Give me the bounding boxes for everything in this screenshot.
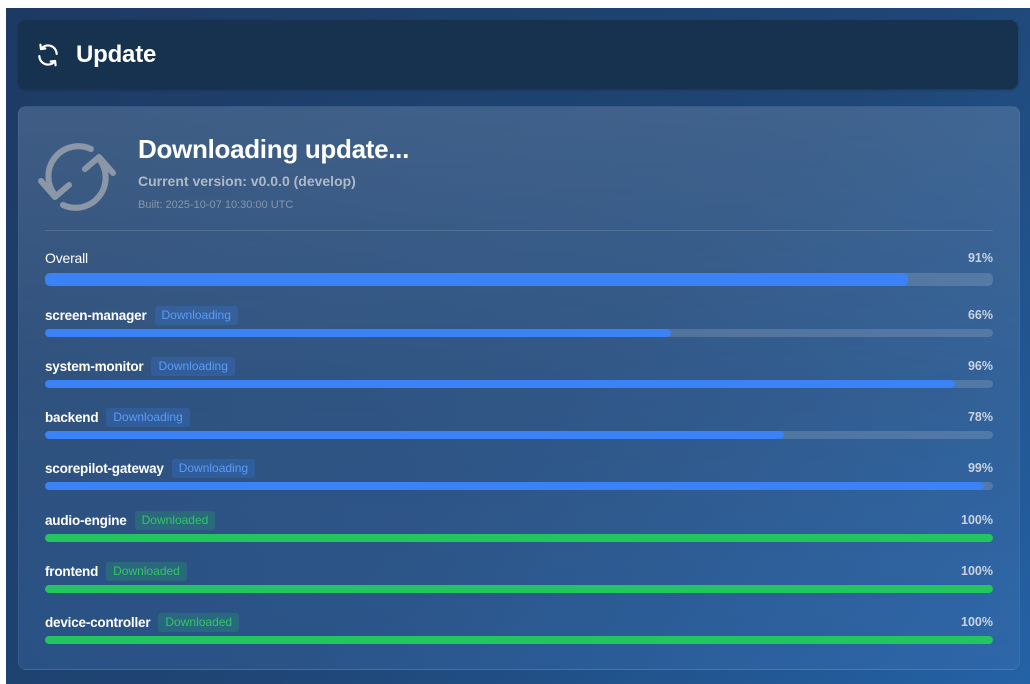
component-progress-track: [45, 534, 993, 542]
component-percent: 78%: [967, 410, 993, 424]
component-row: audio-engine Downloaded 100%: [45, 509, 993, 549]
status-badge: Downloaded: [158, 612, 240, 632]
page-title: Update: [76, 40, 157, 68]
overall-progress-fill: [45, 273, 908, 286]
component-percent: 96%: [967, 359, 993, 373]
overall-label: Overall: [45, 250, 88, 266]
component-row: device-controller Downloaded 100%: [45, 611, 993, 651]
overall-progress-row: Overall 91%: [45, 247, 993, 287]
component-progress-track: [45, 636, 993, 644]
component-progress-fill: [45, 534, 993, 542]
component-row: backend Downloading 78%: [45, 406, 993, 446]
component-name: scorepilot-gateway: [45, 460, 164, 476]
component-name: backend: [45, 409, 99, 425]
component-name: device-controller: [45, 614, 151, 630]
status-title: Downloading update...: [138, 134, 410, 164]
status-badge: Downloading: [151, 356, 235, 376]
update-status: Downloading update... Current version: v…: [19, 107, 1019, 231]
component-percent: 66%: [967, 308, 993, 322]
component-percent: 100%: [961, 564, 993, 578]
component-progress-track: [45, 431, 993, 439]
component-percent: 99%: [967, 461, 993, 475]
status-badge: Downloaded: [134, 510, 216, 530]
update-card: Downloading update... Current version: v…: [18, 106, 1020, 670]
sync-icon: [35, 135, 119, 219]
component-name: screen-manager: [45, 307, 147, 323]
component-percent: 100%: [961, 615, 993, 629]
refresh-icon: [34, 41, 62, 69]
component-percent: 100%: [961, 513, 993, 527]
component-progress-track: [45, 380, 993, 388]
component-name: frontend: [45, 563, 99, 579]
component-progress-track: [45, 585, 993, 593]
component-progress-fill: [45, 585, 993, 593]
status-badge: Downloading: [106, 407, 190, 427]
component-name: audio-engine: [45, 512, 127, 528]
component-progress-fill: [45, 329, 671, 337]
component-row: system-monitor Downloading 96%: [45, 355, 993, 395]
component-row: screen-manager Downloading 66%: [45, 304, 993, 344]
status-badge: Downloading: [171, 458, 256, 478]
component-row: frontend Downloaded 100%: [45, 560, 993, 600]
component-row: scorepilot-gateway Downloading 99%: [45, 457, 993, 497]
status-badge: Downloading: [154, 305, 238, 325]
overall-percent: 91%: [967, 251, 993, 265]
divider: [45, 230, 993, 231]
component-progress-fill: [45, 482, 984, 490]
component-progress-fill: [45, 636, 993, 644]
overall-progress-track: [45, 273, 993, 286]
page-header: Update: [18, 20, 1018, 89]
status-badge: Downloaded: [106, 561, 187, 581]
component-progress-fill: [45, 431, 785, 439]
build-date: Built: 2025-10-07 10:30:00 UTC: [138, 199, 294, 211]
component-name: system-monitor: [45, 358, 144, 374]
component-progress-track: [45, 482, 993, 490]
update-screen: Update Downloading update... Current ver…: [6, 8, 1030, 684]
current-version: Current version: v0.0.0 (develop): [138, 173, 356, 189]
component-progress-track: [45, 329, 993, 337]
component-progress-fill: [45, 380, 956, 388]
